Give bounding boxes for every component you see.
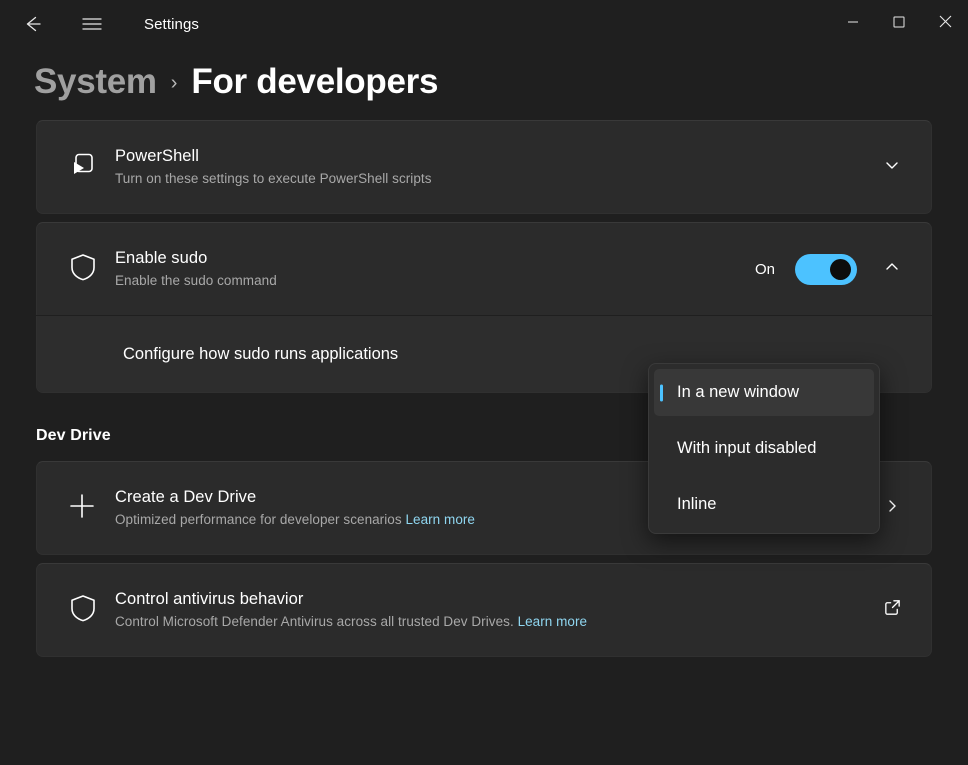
powershell-subtitle: Turn on these settings to execute PowerS… [115,169,859,189]
chevron-up-icon [884,259,900,280]
powershell-actions [859,150,909,184]
antivirus-subtitle-text: Control Microsoft Defender Antivirus acr… [115,614,514,629]
powershell-icon-wrap [61,149,115,186]
minimize-button[interactable] [830,0,876,48]
card-spacer [36,214,932,222]
antivirus-learn-more-link[interactable]: Learn more [518,614,588,629]
close-button[interactable] [922,0,968,48]
sudo-icon-wrap [61,251,115,288]
window-controls [830,0,968,48]
create-dev-drive-icon-wrap [61,491,115,526]
card-spacer-2 [36,555,932,563]
chevron-right-icon [884,498,900,519]
antivirus-subtitle: Control Microsoft Defender Antivirus acr… [115,612,859,632]
navigation-menu-button[interactable] [68,7,116,41]
create-dev-drive-subtitle-text: Optimized performance for developer scen… [115,512,402,527]
dropdown-option-with-input-disabled[interactable]: With input disabled [654,425,874,472]
dropdown-option-inline[interactable]: Inline [654,481,874,528]
sudo-actions: On [739,252,909,286]
hamburger-menu-icon [82,16,102,32]
antivirus-title: Control antivirus behavior [115,588,859,610]
sudo-row[interactable]: Enable sudo Enable the sudo command On [37,223,931,315]
sudo-toggle-label: On [755,261,775,278]
antivirus-row[interactable]: Control antivirus behavior Control Micro… [37,564,931,656]
sudo-text: Enable sudo Enable the sudo command [115,247,739,291]
dropdown-option-label: In a new window [677,383,799,402]
close-icon [939,15,952,33]
dropdown-option-label: Inline [677,495,716,514]
breadcrumb-parent[interactable]: System [34,62,157,102]
sudo-configure-label: Configure how sudo runs applications [61,345,398,364]
toggle-knob [830,259,851,280]
sudo-expand-button[interactable] [875,252,909,286]
external-link-icon [883,598,902,622]
powershell-row[interactable]: PowerShell Turn on these settings to exe… [37,121,931,213]
create-dev-drive-learn-more-link[interactable]: Learn more [405,512,475,527]
powershell-text: PowerShell Turn on these settings to exe… [115,145,859,189]
powershell-title: PowerShell [115,145,859,167]
shield-icon [67,251,99,288]
plus-icon [67,491,97,526]
app-title: Settings [144,16,199,33]
dropdown-option-in-a-new-window[interactable]: In a new window [654,369,874,416]
sudo-mode-dropdown-flyout[interactable]: In a new window With input disabled Inli… [648,363,880,534]
card-powershell: PowerShell Turn on these settings to exe… [36,120,932,214]
create-dev-drive-open-button[interactable] [875,491,909,525]
card-control-antivirus[interactable]: Control antivirus behavior Control Micro… [36,563,932,657]
back-button[interactable] [8,7,56,41]
breadcrumb-separator-icon: › [171,72,178,95]
title-bar: Settings [0,0,968,48]
sudo-title: Enable sudo [115,247,739,269]
shield-icon [67,592,99,629]
page-title: For developers [191,62,438,102]
breadcrumb: System › For developers [0,48,968,120]
back-arrow-icon [21,13,43,35]
antivirus-actions [859,593,909,627]
sudo-toggle-switch[interactable] [795,254,857,285]
antivirus-icon-wrap [61,592,115,629]
powershell-expand-button[interactable] [875,150,909,184]
maximize-button[interactable] [876,0,922,48]
dropdown-option-label: With input disabled [677,439,816,458]
powershell-icon [67,149,99,186]
maximize-icon [893,15,905,33]
antivirus-text: Control antivirus behavior Control Micro… [115,588,859,632]
sudo-subtitle: Enable the sudo command [115,271,739,291]
antivirus-open-external-button[interactable] [875,593,909,627]
chevron-down-icon [884,157,900,178]
minimize-icon [847,15,859,33]
